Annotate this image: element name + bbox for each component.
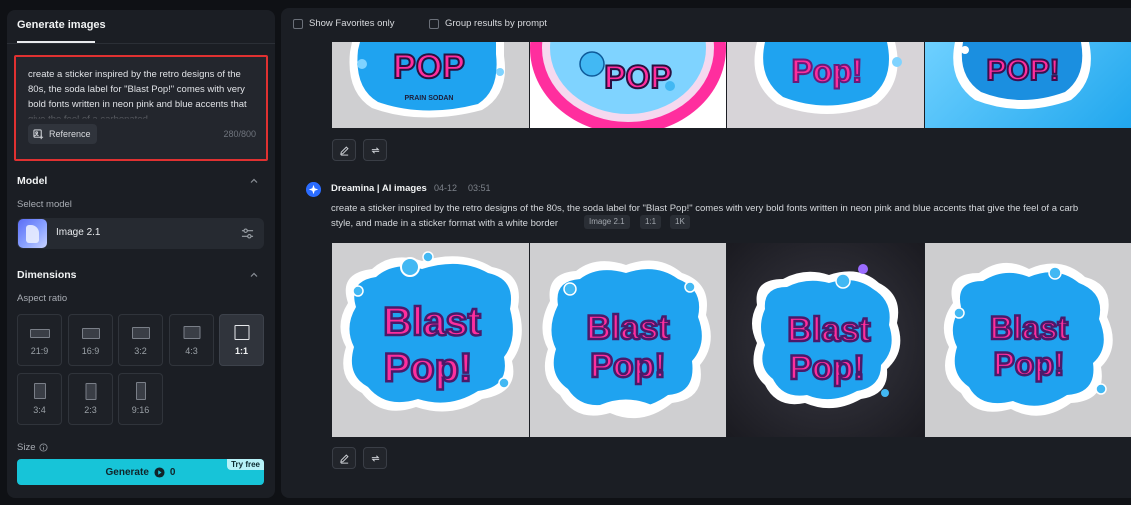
sticker-word: POP bbox=[393, 48, 465, 86]
result-image[interactable]: POP bbox=[530, 42, 726, 128]
result-image[interactable]: POP! bbox=[925, 42, 1131, 128]
ratio-label: 16:9 bbox=[81, 346, 100, 356]
generate-label: Generate bbox=[105, 466, 149, 478]
result-image[interactable]: Pop! bbox=[727, 42, 924, 128]
ratio-shape bbox=[183, 326, 200, 339]
reference-icon bbox=[33, 128, 44, 139]
size-label-text: Size bbox=[17, 442, 36, 453]
tab-divider bbox=[7, 43, 275, 44]
ratio-shape bbox=[81, 328, 100, 339]
ratio-label: 2:3 bbox=[84, 405, 97, 415]
ratio-shape bbox=[85, 383, 96, 400]
model-section-label: Model bbox=[17, 175, 48, 187]
group-label: Group results by prompt bbox=[445, 18, 547, 29]
sticker-word: POP! bbox=[986, 54, 1059, 87]
result-image[interactable]: POP PRAIN SODAN bbox=[332, 42, 529, 128]
ratio-shape bbox=[135, 382, 146, 400]
aspect-ratio-label: Aspect ratio bbox=[17, 293, 68, 304]
edit-button[interactable] bbox=[332, 139, 356, 161]
ratio-label: 1:1 bbox=[234, 346, 248, 356]
generation-time: 03:51 bbox=[468, 183, 491, 193]
result-image[interactable]: Blast Pop! bbox=[925, 243, 1131, 437]
generate-cost: 0 bbox=[169, 466, 176, 478]
ratio-2-3[interactable]: 2:3 bbox=[68, 373, 113, 425]
ratio-label: 4:3 bbox=[185, 346, 198, 356]
regenerate-button[interactable] bbox=[363, 139, 387, 161]
dimensions-section-label: Dimensions bbox=[17, 269, 77, 281]
dreamina-logo-icon bbox=[306, 182, 321, 197]
result-image[interactable]: Blast Pop! bbox=[530, 243, 726, 437]
ratio-label: 3:2 bbox=[134, 346, 147, 356]
favorites-checkbox[interactable] bbox=[293, 18, 303, 29]
edit-icon bbox=[339, 453, 349, 464]
info-icon[interactable] bbox=[39, 443, 49, 452]
tab-generate-images[interactable]: Generate images bbox=[17, 19, 106, 31]
sticker-word: Pop! bbox=[590, 347, 666, 385]
ratio-label: 3:4 bbox=[33, 405, 46, 415]
select-model-label: Select model bbox=[17, 199, 72, 210]
ratio-9-16[interactable]: 9:16 bbox=[118, 373, 163, 425]
favorites-label: Show Favorites only bbox=[309, 18, 395, 29]
sticker-subtitle: PRAIN SODAN bbox=[404, 95, 453, 102]
sticker-word: POP bbox=[604, 59, 672, 95]
reference-button[interactable]: Reference bbox=[28, 124, 97, 144]
chevron-up-icon[interactable] bbox=[249, 270, 259, 280]
model-name: Image 2.1 bbox=[56, 227, 101, 238]
results-panel: Show Favorites only Group results by pro… bbox=[281, 8, 1131, 498]
ratio-chip: 1:1 bbox=[640, 215, 662, 229]
settings-sliders-icon[interactable] bbox=[241, 227, 254, 240]
model-thumbnail bbox=[18, 219, 47, 248]
generation-prompt-line2: style, and made in a sticker format with… bbox=[331, 218, 559, 229]
ratio-shape bbox=[33, 383, 46, 399]
regenerate-icon bbox=[371, 146, 379, 154]
show-favorites-filter[interactable]: Show Favorites only bbox=[293, 18, 395, 29]
ratio-label: 9:16 bbox=[131, 405, 150, 415]
generation-prompt-line1: create a sticker inspired by the retro d… bbox=[331, 203, 1079, 214]
sticker-word: Blast bbox=[990, 310, 1069, 346]
ratio-shape bbox=[234, 325, 249, 340]
sticker-word: Pop! bbox=[789, 349, 865, 387]
regenerate-icon bbox=[371, 454, 379, 462]
group-checkbox[interactable] bbox=[429, 18, 439, 29]
ratio-3-2[interactable]: 3:2 bbox=[118, 314, 163, 366]
ratio-4-3[interactable]: 4:3 bbox=[169, 314, 214, 366]
resolution-chip: 1K bbox=[670, 215, 690, 229]
edit-icon bbox=[339, 145, 349, 156]
result-image[interactable]: Blast Pop! bbox=[332, 243, 529, 437]
size-label: Size bbox=[17, 442, 49, 453]
app: Generate images create a sticker inspire… bbox=[0, 0, 1131, 505]
result-image[interactable]: Blast Pop! bbox=[727, 243, 924, 437]
generation-author: Dreamina | AI images bbox=[331, 183, 427, 194]
sticker-word: Pop! bbox=[384, 346, 473, 390]
prompt-fade bbox=[28, 107, 256, 121]
sticker-word: Blast bbox=[383, 300, 481, 344]
ratio-16-9[interactable]: 16:9 bbox=[68, 314, 113, 366]
left-panel: Generate images create a sticker inspire… bbox=[7, 10, 275, 498]
ratio-21-9[interactable]: 21:9 bbox=[17, 314, 62, 366]
model-chip: Image 2.1 bbox=[584, 215, 630, 229]
coin-icon bbox=[154, 466, 165, 478]
generation-date: 04-12 bbox=[434, 183, 458, 193]
model-selector[interactable]: Image 2.1 bbox=[17, 218, 264, 249]
prompt-box[interactable]: create a sticker inspired by the retro d… bbox=[14, 55, 268, 161]
sticker-word: Blast bbox=[787, 311, 870, 349]
ratio-shape bbox=[131, 327, 150, 339]
regenerate-button[interactable] bbox=[363, 447, 387, 469]
try-free-badge: Try free bbox=[227, 459, 264, 470]
sticker-word: Pop! bbox=[791, 53, 862, 89]
char-counter: 280/800 bbox=[223, 129, 256, 139]
ratio-shape bbox=[29, 329, 50, 338]
ratio-label: 21:9 bbox=[30, 346, 49, 356]
sticker-word: Blast bbox=[586, 309, 669, 347]
generate-button[interactable]: Generate 0 Try free bbox=[17, 459, 264, 485]
sticker-word: Pop! bbox=[993, 346, 1064, 382]
ratio-3-4[interactable]: 3:4 bbox=[17, 373, 62, 425]
chevron-up-icon[interactable] bbox=[249, 176, 259, 186]
group-by-prompt-filter[interactable]: Group results by prompt bbox=[429, 18, 547, 29]
reference-label: Reference bbox=[49, 129, 91, 139]
edit-button[interactable] bbox=[332, 447, 356, 469]
ratio-1-1[interactable]: 1:1 bbox=[219, 314, 264, 366]
